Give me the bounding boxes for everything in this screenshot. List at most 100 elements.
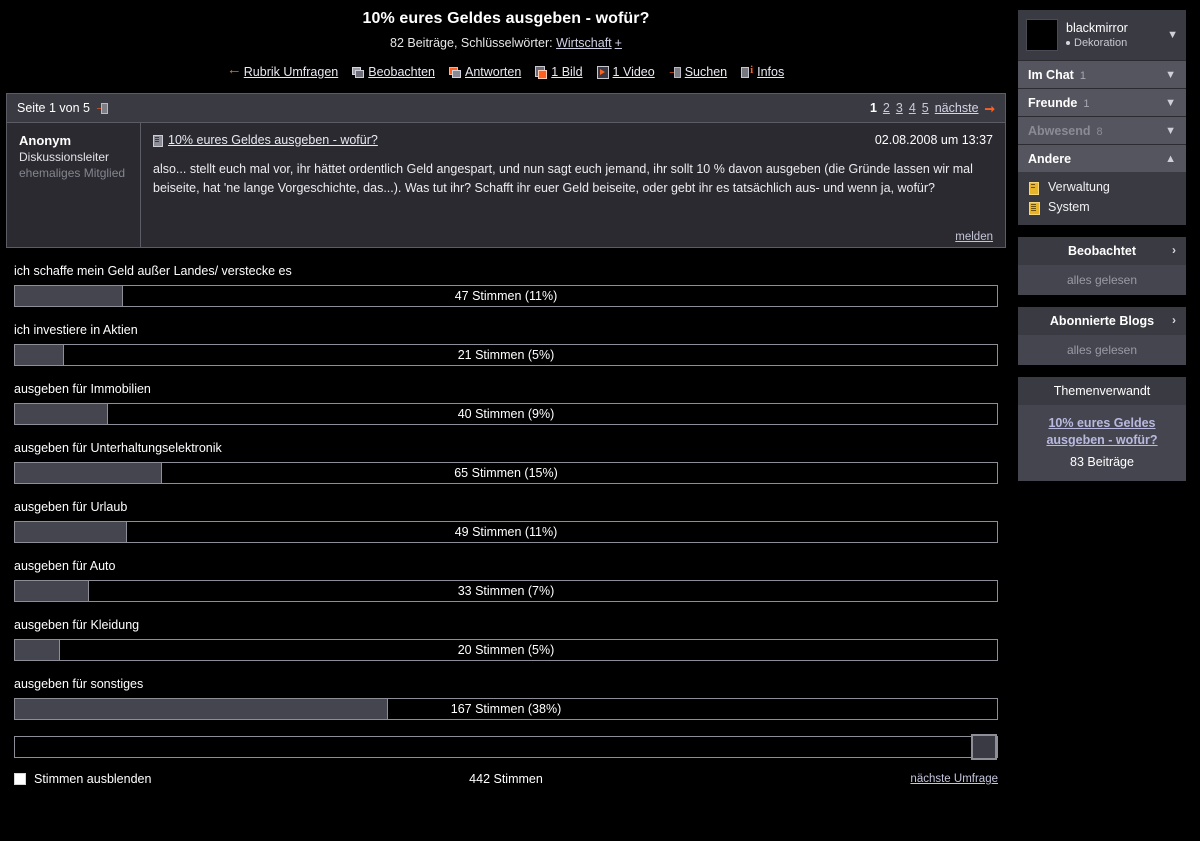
- poll-scrollbar[interactable]: [14, 734, 998, 760]
- poll-option: ausgeben für Urlaub 49 Stimmen (11%): [14, 500, 998, 543]
- panel-beobachtet: Beobachtet › alles gelesen: [1018, 237, 1186, 295]
- poll-bar-value: 65 Stimmen (15%): [454, 466, 558, 480]
- sidebar-group-label: Andere: [1028, 151, 1072, 166]
- poll-option: ausgeben für Unterhaltungselektronik 65 …: [14, 441, 998, 484]
- sidebar-item-label: Verwaltung: [1048, 180, 1110, 194]
- user-card-header[interactable]: blackmirror Dekoration ▼: [1018, 10, 1186, 60]
- sidebar-group-count: 1: [1079, 69, 1086, 82]
- arrow-left-icon: [227, 64, 242, 78]
- sidebar-item-verwaltung[interactable]: Verwaltung: [1018, 177, 1186, 197]
- nav-item-infos[interactable]: Infos: [741, 64, 784, 79]
- document-icon: [153, 134, 163, 147]
- user-card: blackmirror Dekoration ▼ Im Chat 1 ▼ Fre…: [1018, 10, 1186, 225]
- poll-bar-value: 40 Stimmen (9%): [457, 407, 555, 421]
- poll-scrollbar-thumb[interactable]: [971, 734, 997, 760]
- poll-bar[interactable]: 49 Stimmen (11%): [14, 521, 998, 543]
- sidebar-group-label: Im Chat: [1028, 67, 1074, 82]
- pagination-links: 1 2 3 4 5 nächste ➞: [870, 101, 995, 116]
- nav-item-antworten[interactable]: Antworten: [448, 65, 521, 79]
- post-author-name[interactable]: Anonym: [19, 133, 130, 148]
- chevron-down-icon[interactable]: ▼: [1167, 29, 1178, 41]
- panel-beobachtet-body: alles gelesen: [1018, 265, 1186, 295]
- chevron-down-icon[interactable]: ▼: [1165, 125, 1176, 137]
- panel-beobachtet-header[interactable]: Beobachtet ›: [1018, 237, 1186, 265]
- poll-bar[interactable]: 47 Stimmen (11%): [14, 285, 998, 307]
- next-poll-link[interactable]: nächste Umfrage: [910, 773, 998, 785]
- panel-title: Abonnierte Blogs: [1049, 314, 1155, 328]
- page-root: 10% eures Geldes ausgeben - wofür? 82 Be…: [0, 0, 1200, 841]
- poll-option-label: ausgeben für sonstiges: [14, 677, 144, 691]
- panel-abonnierte-blogs-header[interactable]: Abonnierte Blogs ›: [1018, 307, 1186, 335]
- page-link-3[interactable]: 3: [896, 101, 903, 115]
- sidebar-group-im-chat[interactable]: Im Chat 1 ▼: [1018, 60, 1186, 88]
- poll-bar[interactable]: 40 Stimmen (9%): [14, 403, 998, 425]
- poll-bar-value: 21 Stimmen (5%): [457, 348, 555, 362]
- nav-item-beobachten[interactable]: Beobachten: [352, 65, 435, 79]
- post-title-link[interactable]: 10% eures Geldes ausgeben - wofür?: [168, 133, 378, 147]
- chevron-down-icon[interactable]: ▼: [1165, 69, 1176, 81]
- nav-label[interactable]: Antworten: [465, 65, 521, 79]
- chevron-up-icon[interactable]: ▲: [1165, 153, 1176, 165]
- poll-bar[interactable]: 33 Stimmen (7%): [14, 580, 998, 602]
- panel-abonnierte-blogs: Abonnierte Blogs › alles gelesen: [1018, 307, 1186, 365]
- hide-votes-checkbox-row[interactable]: Stimmen ausblenden: [14, 772, 151, 786]
- main-content: 10% eures Geldes ausgeben - wofür? 82 Be…: [0, 0, 1012, 841]
- poll-bar[interactable]: 65 Stimmen (15%): [14, 462, 998, 484]
- post-title[interactable]: 10% eures Geldes ausgeben - wofür?: [153, 133, 378, 147]
- post-body-column: 10% eures Geldes ausgeben - wofür? 02.08…: [141, 123, 1005, 247]
- page-indicator: Seite 1 von 5: [17, 101, 108, 115]
- info-icon: [741, 64, 753, 78]
- poll-footer: Stimmen ausblenden 442 Stimmen nächste U…: [0, 772, 1012, 786]
- page-link-2[interactable]: 2: [883, 101, 890, 115]
- nav-label[interactable]: Rubrik Umfragen: [244, 65, 338, 79]
- nav-label[interactable]: 1 Video: [613, 65, 655, 79]
- nav-label[interactable]: Infos: [757, 65, 784, 79]
- page-title: 10% eures Geldes ausgeben - wofür?: [362, 10, 650, 27]
- page-indicator-label: Seite 1 von 5: [17, 101, 90, 115]
- post-author-column: Anonym Diskussionsleiter ehemaliges Mitg…: [7, 123, 141, 247]
- poll-option-label: ausgeben für Urlaub: [14, 500, 128, 514]
- sidebar-group-count: 1: [1083, 97, 1090, 110]
- nav-label[interactable]: Beobachten: [368, 65, 435, 79]
- nav-item-rubrik-umfragen[interactable]: Rubrik Umfragen: [227, 64, 338, 79]
- post-author-status: ehemaliges Mitglied: [19, 166, 126, 180]
- chevron-right-icon[interactable]: ›: [1172, 243, 1176, 257]
- report-link[interactable]: melden: [955, 231, 993, 243]
- avatar: [1026, 19, 1058, 51]
- nav-label[interactable]: 1 Bild: [551, 65, 582, 79]
- nav-item-suchen[interactable]: Suchen: [667, 65, 727, 79]
- poll-option: ich schaffe mein Geld außer Landes/ vers…: [14, 264, 998, 307]
- chevron-right-icon[interactable]: ›: [1172, 313, 1176, 327]
- next-page-link[interactable]: nächste: [935, 101, 979, 115]
- sidebar-andere-items: Verwaltung System: [1018, 172, 1186, 225]
- sidebar-item-system[interactable]: System: [1018, 197, 1186, 217]
- nav-label[interactable]: Suchen: [685, 65, 727, 79]
- poll-option-label: ausgeben für Kleidung: [14, 618, 140, 632]
- post-block: Anonym Diskussionsleiter ehemaliges Mitg…: [6, 123, 1006, 248]
- panel-themenverwandt: Themenverwandt 10% eures Geldes ausgeben…: [1018, 377, 1186, 481]
- related-thread-link[interactable]: 10% eures Geldes ausgeben - wofür?: [1028, 415, 1176, 449]
- nav-item-bild[interactable]: 1 Bild: [535, 65, 583, 79]
- poll-bar-value: 167 Stimmen (38%): [450, 702, 562, 716]
- panel-themenverwandt-header: Themenverwandt: [1018, 377, 1186, 405]
- poll-bar[interactable]: 21 Stimmen (5%): [14, 344, 998, 366]
- hide-votes-checkbox[interactable]: [14, 773, 26, 785]
- sidebar-group-abwesend[interactable]: Abwesend 8 ▼: [1018, 116, 1186, 144]
- sidebar-group-label: Freunde: [1028, 95, 1078, 110]
- poll-option-label: ich investiere in Aktien: [14, 323, 138, 337]
- poll-option-label: ich schaffe mein Geld außer Landes/ vers…: [14, 264, 292, 278]
- poll-bar[interactable]: 20 Stimmen (5%): [14, 639, 998, 661]
- keyword-add-link[interactable]: +: [615, 36, 622, 50]
- page-link-5[interactable]: 5: [922, 101, 929, 115]
- jump-to-page-icon[interactable]: [94, 101, 108, 114]
- sidebar-group-freunde[interactable]: Freunde 1 ▼: [1018, 88, 1186, 116]
- poll-bar[interactable]: 167 Stimmen (38%): [14, 698, 998, 720]
- chevron-down-icon[interactable]: ▼: [1165, 97, 1176, 109]
- page-link-4[interactable]: 4: [909, 101, 916, 115]
- user-meta: blackmirror Dekoration: [1066, 21, 1159, 49]
- keyword-link[interactable]: Wirtschaft: [556, 36, 612, 50]
- sidebar-group-andere[interactable]: Andere ▲: [1018, 144, 1186, 172]
- poll-option: ausgeben für Kleidung 20 Stimmen (5%): [14, 618, 998, 661]
- page-link-1[interactable]: 1: [870, 101, 877, 115]
- nav-item-video[interactable]: 1 Video: [596, 65, 655, 79]
